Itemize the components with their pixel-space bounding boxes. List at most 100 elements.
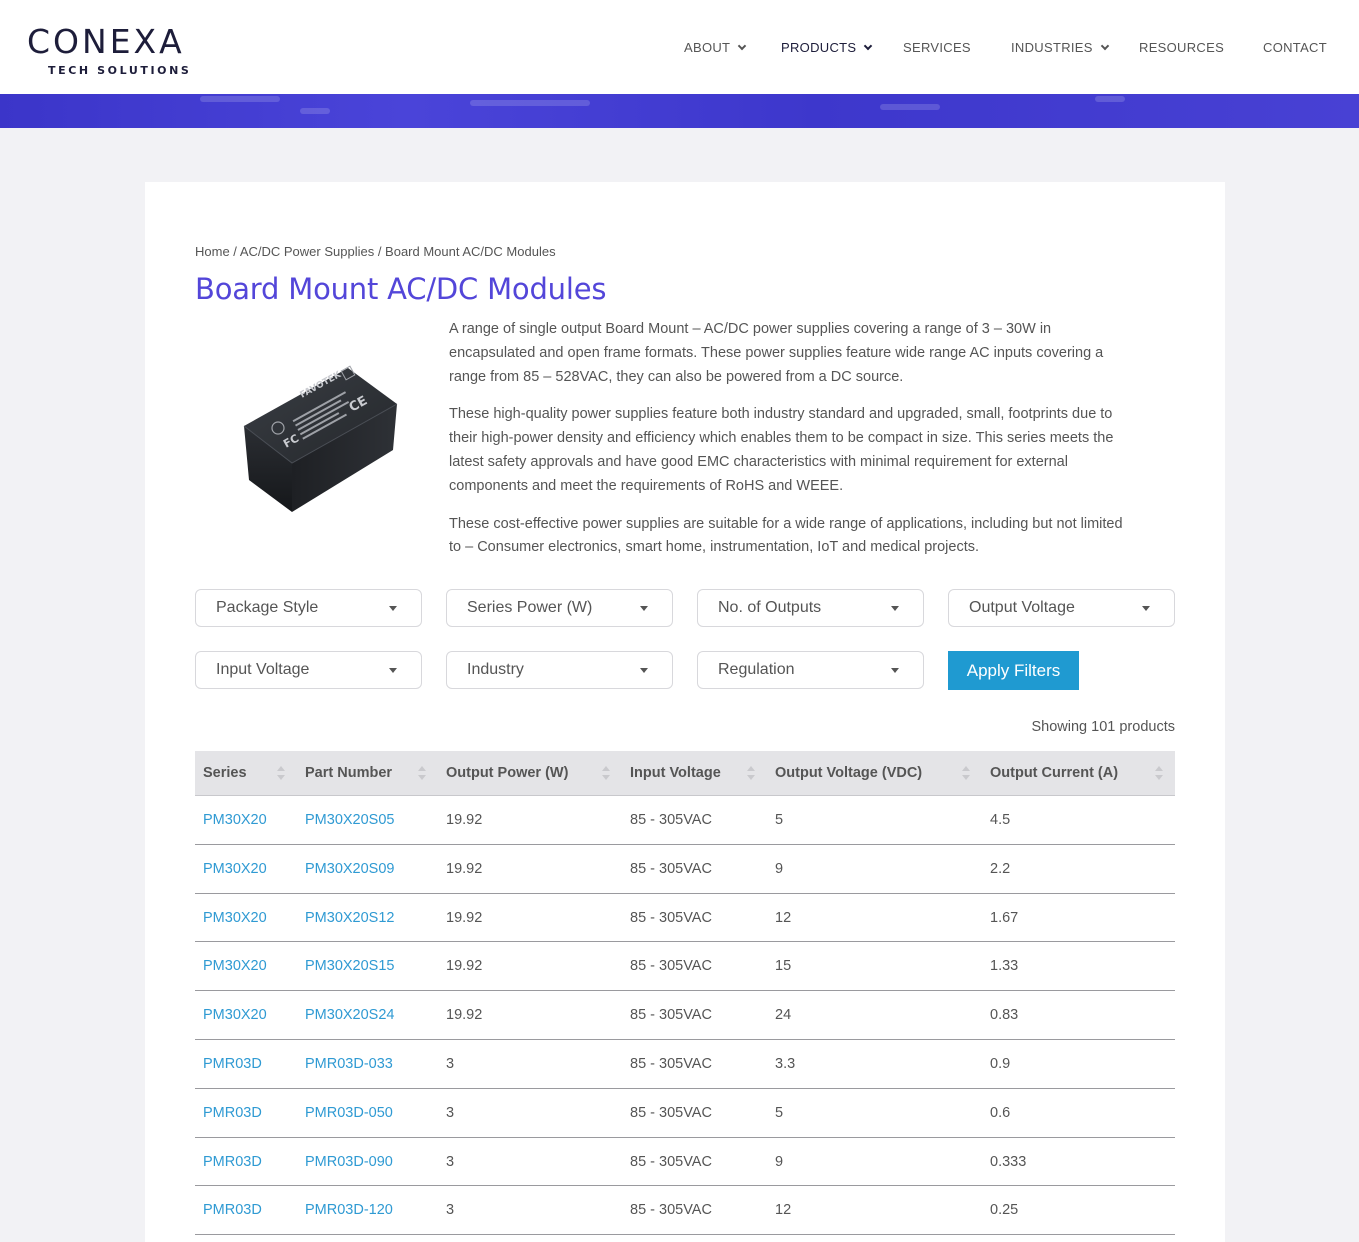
nav-item-label: RESOURCES <box>1139 40 1225 55</box>
breadcrumb-separator: / <box>229 244 240 259</box>
series-link[interactable]: PMR03D <box>203 1040 262 1088</box>
breadcrumb-home-link[interactable]: Home <box>195 244 230 259</box>
regulation-select[interactable]: Regulation <box>697 651 924 689</box>
column-header-label: Output Current (A) <box>990 765 1119 781</box>
part-number-link[interactable]: PM30X20S05 <box>305 796 394 844</box>
column-header-output-voltage[interactable]: Output Voltage (VDC) <box>775 751 922 796</box>
sort-icon[interactable] <box>1155 766 1163 782</box>
breadcrumb: Home / AC/DC Power Supplies / Board Moun… <box>195 244 556 259</box>
series-link[interactable]: PMR03D <box>203 1089 262 1137</box>
output-voltage-cell: 24 <box>775 1007 792 1024</box>
series-link[interactable]: PM30X20 <box>203 796 267 844</box>
output-voltage-cell: 3.3 <box>775 1055 796 1072</box>
series-power-select[interactable]: Series Power (W) <box>446 589 673 627</box>
sort-icon[interactable] <box>602 766 610 782</box>
input-voltage-cell: 85 - 305VAC <box>630 1202 712 1219</box>
part-number-link[interactable]: PM30X20S24 <box>305 991 394 1039</box>
breadcrumb-parent-link[interactable]: AC/DC Power Supplies <box>240 244 374 259</box>
select-label: Industry <box>467 661 524 678</box>
input-voltage-cell: 85 - 305VAC <box>630 1007 712 1024</box>
output-power-cell: 19.92 <box>446 860 483 877</box>
series-link[interactable]: PM30X20 <box>203 894 267 942</box>
nav-item-label: PRODUCTS <box>781 40 857 55</box>
results-count: Showing 101 products <box>1031 719 1176 735</box>
input-voltage-select[interactable]: Input Voltage <box>195 651 422 689</box>
nav-item-services[interactable]: SERVICES <box>903 40 971 55</box>
chevron-down-icon <box>738 41 747 50</box>
input-voltage-cell: 85 - 305VAC <box>630 909 712 926</box>
input-voltage-cell: 85 - 305VAC <box>630 1104 712 1121</box>
series-link[interactable]: PMR03D <box>203 1186 262 1234</box>
output-power-cell: 3 <box>446 1153 455 1170</box>
site-header: CONEXA TECH SOLUTIONS ABOUT PRODUCTS SER… <box>0 0 1359 94</box>
caret-down-icon <box>891 668 899 673</box>
series-link[interactable]: PMR03D <box>203 1138 262 1186</box>
part-number-link[interactable]: PM30X20S12 <box>305 894 394 942</box>
series-link[interactable]: PM30X20 <box>203 845 267 893</box>
output-current-cell: 0.333 <box>990 1153 1027 1170</box>
output-voltage-cell: 9 <box>775 860 784 877</box>
table-row: PM30X20 PM30X20S15 19.92 85 - 305VAC 15 1.33 <box>195 942 1175 992</box>
table-row: PM30X20 PM30X20S05 19.92 85 - 305VAC 5 4.5 <box>195 796 1175 845</box>
output-current-cell: 0.25 <box>990 1202 1019 1219</box>
output-current-cell: 1.33 <box>990 958 1019 975</box>
output-power-cell: 3 <box>446 1202 455 1219</box>
sort-icon[interactable] <box>962 766 970 782</box>
hero-banner <box>0 94 1359 128</box>
column-header-output-power[interactable]: Output Power (W) <box>446 751 568 796</box>
nav-item-industries[interactable]: INDUSTRIES <box>1011 40 1109 55</box>
part-number-link[interactable]: PM30X20S09 <box>305 845 394 893</box>
table-header: Series Part Number Output Power (W) Inpu… <box>195 751 1175 796</box>
select-label: Output Voltage <box>969 599 1075 616</box>
package-style-select[interactable]: Package Style <box>195 589 422 627</box>
sort-icon[interactable] <box>277 766 285 782</box>
nav-item-contact[interactable]: CONTACT <box>1263 40 1327 55</box>
output-current-cell: 2.2 <box>990 860 1011 877</box>
part-number-link[interactable]: PMR03D-120 <box>305 1186 393 1234</box>
sort-icon[interactable] <box>747 766 755 782</box>
column-header-part-number[interactable]: Part Number <box>305 751 392 796</box>
select-label: Regulation <box>718 661 795 678</box>
nav-item-products[interactable]: PRODUCTS <box>781 40 873 55</box>
series-link[interactable]: PM30X20 <box>203 991 267 1039</box>
nav-item-resources[interactable]: RESOURCES <box>1139 40 1224 55</box>
part-number-link[interactable]: PMR03D-033 <box>305 1040 393 1088</box>
power-module-photo: FAVOTEK CE FC <box>243 365 398 512</box>
nav-item-label: SERVICES <box>903 40 971 55</box>
column-header-series[interactable]: Series <box>203 751 247 796</box>
part-number-link[interactable]: PMR03D-090 <box>305 1138 393 1186</box>
column-header-input-voltage[interactable]: Input Voltage <box>630 751 721 796</box>
banner-decoration <box>1095 96 1125 102</box>
part-number-link[interactable]: PMR03D-050 <box>305 1089 393 1137</box>
table-row: PMR03D PMR03D-033 3 85 - 305VAC 3.3 0.9 <box>195 1040 1175 1089</box>
nav-item-about[interactable]: ABOUT <box>684 40 747 55</box>
no-of-outputs-select[interactable]: No. of Outputs <box>697 589 924 627</box>
series-link[interactable]: PM30X20 <box>203 942 267 990</box>
output-power-cell: 19.92 <box>446 1007 483 1024</box>
output-power-cell: 3 <box>446 1104 455 1121</box>
banner-decoration <box>200 96 280 102</box>
column-header-label: Output Power (W) <box>446 765 569 781</box>
column-header-label: Series <box>203 765 247 781</box>
caret-down-icon <box>389 606 397 611</box>
industry-select[interactable]: Industry <box>446 651 673 689</box>
output-current-cell: 0.83 <box>990 1007 1019 1024</box>
column-header-label: Part Number <box>305 765 393 781</box>
output-voltage-select[interactable]: Output Voltage <box>948 589 1175 627</box>
description-paragraph: These cost-effective power supplies are … <box>449 515 1123 556</box>
output-current-cell: 4.5 <box>990 812 1011 828</box>
caret-down-icon <box>389 668 397 673</box>
description-paragraph: A range of single output Board Mount – A… <box>449 321 1104 385</box>
output-power-cell: 3 <box>446 1055 455 1072</box>
part-number-link[interactable]: PM30X20S15 <box>305 942 394 990</box>
table-row: PM30X20 PM30X20S09 19.92 85 - 305VAC 9 2.2 <box>195 845 1175 894</box>
output-voltage-cell: 5 <box>775 812 784 828</box>
select-label: Series Power (W) <box>467 599 593 616</box>
table-row: PM30X20 PM30X20S24 19.92 85 - 305VAC 24 0.83 <box>195 991 1175 1040</box>
column-header-output-current[interactable]: Output Current (A) <box>990 751 1118 796</box>
nav-item-label: ABOUT <box>684 40 731 55</box>
apply-filters-button[interactable]: Apply Filters <box>948 651 1079 690</box>
sort-icon[interactable] <box>418 766 426 782</box>
caret-down-icon <box>640 668 648 673</box>
chevron-down-icon <box>864 41 873 50</box>
